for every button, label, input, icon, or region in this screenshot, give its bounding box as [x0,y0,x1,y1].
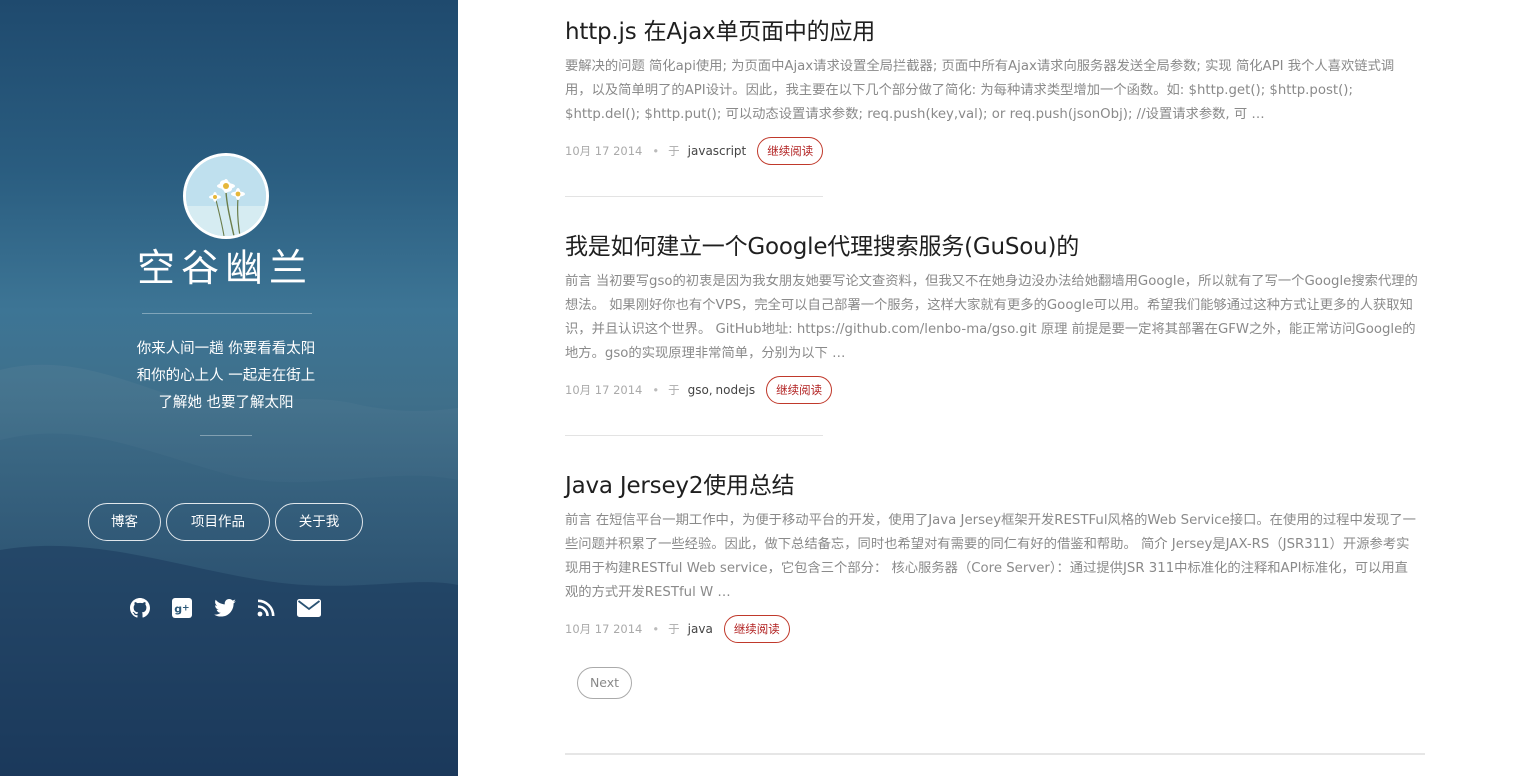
post-excerpt: 要解决的问题 简化api使用; 为页面中Ajax请求设置全局拦截器; 页面中所有… [565,59,1395,122]
post-meta: 10月 17 2014 • 于 javascript 继续阅读 [565,137,1425,165]
main-content: http.js 在Ajax单页面中的应用 要解决的问题 简化api使用; 为页面… [458,0,1525,776]
site-title[interactable]: 空谷幽兰 [0,244,450,292]
email-icon[interactable] [296,595,322,621]
title-divider [142,313,312,314]
sidebar: 空谷幽兰 你来人间一趟 你要看看太阳 和你的心上人 一起走在街上 了解她 也要了… [0,0,458,776]
post-meta: 10月 17 2014 • 于 gso , nodejs 继续阅读 [565,376,1425,404]
post-tag-link[interactable]: nodejs [716,383,756,397]
post-title[interactable]: Java Jersey2使用总结 [565,470,1425,502]
meta-separator-dot: • [652,144,660,158]
avatar[interactable] [183,153,269,239]
avatar-daisy-image [186,156,266,236]
post-excerpt: 前言 在短信平台一期工作中，为便于移动平台的开发，使用了Java Jersey框… [565,513,1416,600]
post-tag-link[interactable]: gso [688,383,709,397]
motto-line: 了解她 也要了解太阳 [158,395,294,411]
post-title[interactable]: http.js 在Ajax单页面中的应用 [565,16,1425,48]
post-item: Java Jersey2使用总结 前言 在短信平台一期工作中，为便于移动平台的开… [565,470,1425,643]
next-page-button[interactable]: Next [577,667,632,699]
post-category-prefix: 于 [668,144,680,158]
post-category-prefix: 于 [668,383,680,397]
motto-divider [200,435,252,436]
nav-projects-button[interactable]: 项目作品 [166,503,270,541]
svg-text:g: g [174,603,182,616]
tag-separator: , [708,383,713,397]
google-plus-icon[interactable]: g + [169,595,195,621]
read-more-button[interactable]: 继续阅读 [757,137,824,165]
read-more-button[interactable]: 继续阅读 [723,615,790,643]
post-divider [565,435,823,436]
meta-separator-dot: • [652,622,660,636]
post-tag-link[interactable]: javascript [688,144,747,158]
nav-blog-button[interactable]: 博客 [88,503,161,541]
github-icon[interactable] [127,595,153,621]
motto: 你来人间一趟 你要看看太阳 和你的心上人 一起走在街上 了解她 也要了解太阳 [0,336,452,417]
post-date: 10月 17 2014 [565,144,643,158]
post-divider [565,196,823,197]
post-category-prefix: 于 [668,622,680,636]
post-excerpt: 前言 当初要写gso的初衷是因为我女朋友她要写论文查资料，但我又不在她身边没办法… [565,274,1418,361]
meta-separator-dot: • [652,383,660,397]
motto-line: 你来人间一趟 你要看看太阳 [136,341,316,357]
read-more-button[interactable]: 继续阅读 [766,376,833,404]
footer-divider [565,753,1425,755]
post-title[interactable]: 我是如何建立一个Google代理搜索服务(GuSou)的 [565,231,1425,263]
post-tag-link[interactable]: java [688,622,713,636]
svg-text:+: + [182,604,190,614]
twitter-icon[interactable] [212,595,238,621]
post-date: 10月 17 2014 [565,622,643,636]
rss-icon[interactable] [253,595,279,621]
motto-line: 和你的心上人 一起走在街上 [136,368,316,384]
post-date: 10月 17 2014 [565,383,643,397]
post-meta: 10月 17 2014 • 于 java 继续阅读 [565,615,1425,643]
post-item: 我是如何建立一个Google代理搜索服务(GuSou)的 前言 当初要写gso的… [565,231,1425,404]
nav-about-button[interactable]: 关于我 [275,503,363,541]
post-item: http.js 在Ajax单页面中的应用 要解决的问题 简化api使用; 为页面… [565,16,1425,165]
